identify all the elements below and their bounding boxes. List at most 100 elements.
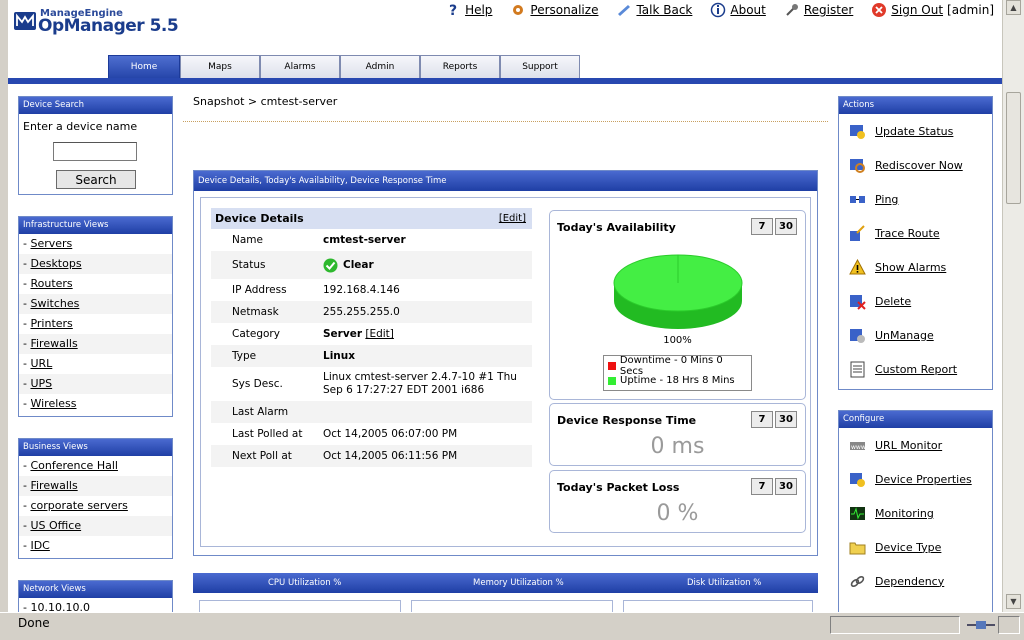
device-details-table: Device Details [Edit] Name cmtest-server… <box>211 208 532 467</box>
packet-7-day-button[interactable]: 7 <box>751 478 773 495</box>
infra-item-servers[interactable]: - Servers <box>19 234 172 254</box>
infra-item-wireless[interactable]: - Wireless <box>19 394 172 414</box>
business-item-conference-hall[interactable]: - Conference Hall <box>19 456 172 476</box>
logo-mark-icon <box>14 12 36 30</box>
device-snapshot-panel: Device Details, Today's Availability, De… <box>193 170 818 556</box>
monitoring-icon <box>850 506 865 520</box>
infra-item-firewalls[interactable]: - Firewalls <box>19 334 172 354</box>
monitoring-action[interactable]: Monitoring <box>839 496 992 530</box>
availability-legend: Downtime - 0 Mins 0 Secs Uptime - 18 Hrs… <box>603 355 752 391</box>
business-views-panel: Business Views - Conference Hall - Firew… <box>18 438 173 559</box>
edit-category-link[interactable]: [Edit] <box>365 328 394 340</box>
tab-reports[interactable]: Reports <box>420 55 500 79</box>
infra-item-desktops[interactable]: - Desktops <box>19 254 172 274</box>
business-item-firewalls[interactable]: - Firewalls <box>19 476 172 496</box>
edit-details-link[interactable]: [Edit] <box>499 213 526 224</box>
response-30-day-button[interactable]: 30 <box>775 411 797 428</box>
cpu-utilization-label: CPU Utilization % <box>268 578 342 588</box>
about-icon <box>710 2 726 18</box>
update-status-action[interactable]: Update Status <box>839 114 992 148</box>
custom-report-action[interactable]: Custom Report <box>839 352 992 386</box>
availability-30-day-button[interactable]: 30 <box>775 218 797 235</box>
show-alarms-action[interactable]: Show Alarms <box>839 250 992 284</box>
packet-30-day-button[interactable]: 30 <box>775 478 797 495</box>
device-type-action[interactable]: Device Type <box>839 530 992 564</box>
memory-utilization-label: Memory Utilization % <box>473 578 564 588</box>
device-details-title: Device Details <box>215 212 304 225</box>
about-link[interactable]: About <box>710 2 766 18</box>
availability-7-day-button[interactable]: 7 <box>751 218 773 235</box>
device-search-title: Device Search <box>19 97 172 114</box>
tab-alarms[interactable]: Alarms <box>260 55 340 79</box>
ping-action[interactable]: Ping <box>839 182 992 216</box>
infra-item-printers[interactable]: - Printers <box>19 314 172 334</box>
talkback-link[interactable]: Talk Back <box>616 2 692 18</box>
ip-address-value: 192.168.4.146 <box>323 284 400 296</box>
talkback-icon <box>616 2 632 18</box>
personalize-icon <box>510 2 526 18</box>
tab-home[interactable]: Home <box>108 55 180 79</box>
report-icon <box>850 361 865 377</box>
status-value: Clear <box>343 259 374 271</box>
delete-action[interactable]: Delete <box>839 284 992 318</box>
table-row: Next Poll at Oct 14,2005 06:11:56 PM <box>211 445 532 467</box>
tab-admin[interactable]: Admin <box>340 55 420 79</box>
infra-item-url[interactable]: - URL <box>19 354 172 374</box>
last-polled-value: Oct 14,2005 06:07:00 PM <box>323 428 458 440</box>
infra-item-routers[interactable]: - Routers <box>19 274 172 294</box>
ping-icon <box>850 195 865 203</box>
browser-status-bar: Done <box>0 612 1024 640</box>
trace-route-action[interactable]: Trace Route <box>839 216 992 250</box>
search-button[interactable]: Search <box>56 170 136 189</box>
business-item-idc[interactable]: - IDC <box>19 536 172 556</box>
product-name: OpManager 5.5 <box>38 16 179 36</box>
unmanage-action[interactable]: UnManage <box>839 318 992 352</box>
vertical-scrollbar[interactable]: ▲ ▼ <box>1002 0 1024 612</box>
breadcrumb: Snapshot > cmtest-server <box>193 95 338 108</box>
folder-icon <box>849 542 866 554</box>
rediscover-icon <box>850 158 865 173</box>
memory-utilization-box <box>411 600 613 612</box>
scroll-thumb[interactable] <box>1006 92 1021 204</box>
device-properties-action[interactable]: Device Properties <box>839 462 992 496</box>
table-row: Last Polled at Oct 14,2005 06:07:00 PM <box>211 423 532 445</box>
status-progress-segment <box>830 616 960 634</box>
network-views-panel: Network Views - 10.10.10.0 <box>18 580 173 612</box>
disk-utilization-box <box>623 600 813 612</box>
dependency-action[interactable]: Dependency <box>839 564 992 598</box>
packet-loss-title: Today's Packet Loss <box>557 481 680 494</box>
help-link[interactable]: ? Help <box>445 2 492 19</box>
cpu-utilization-box <box>199 600 401 612</box>
scroll-up-arrow-icon[interactable]: ▲ <box>1006 0 1021 15</box>
category-value: Server <box>323 328 363 340</box>
unmanage-icon <box>850 328 865 343</box>
response-7-day-button[interactable]: 7 <box>751 411 773 428</box>
table-row: Type Linux <box>211 345 532 367</box>
disk-utilization-label: Disk Utilization % <box>687 578 762 588</box>
device-search-input[interactable] <box>53 142 137 161</box>
url-monitor-action[interactable]: www URL Monitor <box>839 428 992 462</box>
personalize-link[interactable]: Personalize <box>510 2 598 18</box>
rediscover-action[interactable]: Rediscover Now <box>839 148 992 182</box>
business-item-us-office[interactable]: - US Office <box>19 516 172 536</box>
scroll-down-arrow-icon[interactable]: ▼ <box>1006 594 1021 609</box>
downtime-label: Downtime - 0 Mins 0 Secs <box>619 354 723 377</box>
signout-link[interactable]: Sign Out [admin] <box>871 2 994 18</box>
device-details-header: Device Details [Edit] <box>211 208 532 229</box>
infra-item-switches[interactable]: - Switches <box>19 294 172 314</box>
register-link[interactable]: Register <box>784 2 853 18</box>
tab-maps[interactable]: Maps <box>180 55 260 79</box>
snapshot-content: Device Details [Edit] Name cmtest-server… <box>200 197 811 547</box>
browser-viewport: ManageEngine OpManager 5.5 ? Help Person… <box>8 0 1002 612</box>
sys-desc-value: Linux cmtest-server 2.4.7-10 #1 Thu Sep … <box>323 371 517 396</box>
device-properties-icon <box>850 472 865 487</box>
signout-icon <box>871 2 887 18</box>
network-item[interactable]: - 10.10.10.0 <box>19 598 172 612</box>
business-item-corporate-servers[interactable]: - corporate servers <box>19 496 172 516</box>
infra-item-ups[interactable]: - UPS <box>19 374 172 394</box>
configure-panel: Configure www URL Monitor Device Propert… <box>838 410 993 612</box>
business-views-title: Business Views <box>19 439 172 456</box>
header-bar <box>8 78 1002 84</box>
tab-support[interactable]: Support <box>500 55 580 79</box>
downtime-swatch <box>608 361 616 370</box>
